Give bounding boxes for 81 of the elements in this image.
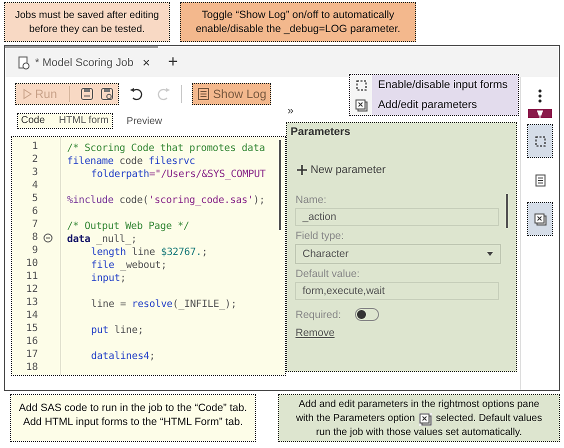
line-number: 11 [24,271,38,282]
callout-text: run the job with those values set automatically. [316,426,522,440]
line-number: 6 [30,206,38,217]
save-icon [80,87,94,101]
field-label: Required: [295,308,342,320]
required-toggle[interactable] [355,308,380,321]
legend-text: Enable/disable input forms [377,79,508,91]
callout-text: before they can be tested. [29,22,145,36]
parameter-x-icon [418,412,432,426]
line-number: 7 [30,219,38,230]
callout-text: Add and edit parameters in the rightmost options pane [298,398,540,412]
line-number: 4 [30,180,38,191]
callout-text: Add SAS code to run in the job to the “Code” tab. [18,401,248,415]
pin-icon [536,110,544,118]
collapse-button[interactable]: » [287,105,294,117]
line-number: 15 [24,323,38,334]
code-line: line = resolve(_INFILE_); [90,299,237,310]
code-line: input; [90,273,126,284]
new-tab-button[interactable]: + [168,52,178,72]
callout-text: with the Parameters option [296,412,415,426]
code-editor[interactable] [11,136,286,376]
line-number: 3 [30,167,38,178]
code-line: length line $32767.; [90,247,208,258]
job-file-icon [17,56,30,70]
scrollbar[interactable] [279,140,282,230]
close-button[interactable]: × [142,55,150,70]
line-number: 17 [24,349,38,360]
code-line: /* Output Web Page */ [67,221,190,232]
pin-button[interactable] [528,109,552,118]
document-icon [534,174,547,186]
panel-title: Parameters [290,126,352,138]
line-number: 18 [24,362,38,373]
plus-icon [296,164,308,176]
code-line: filename code filesrvc [67,156,196,167]
callout-text: Jobs must be saved after editing [15,8,159,22]
line-number: 14 [24,310,38,321]
field-label: Field type: [295,230,345,242]
dropdown-caret-icon [486,251,494,257]
play-icon [22,88,32,100]
line-number: 9 [30,245,38,256]
code-line: datalines4; [90,351,156,362]
option-button[interactable] [527,202,554,236]
line-number: 1 [30,141,38,152]
legend-text: Add/edit parameters [377,99,478,111]
callout-text: Toggle “Show Log” on/off to automatically [202,8,394,22]
more-options-icon [538,89,542,103]
callout-text: enable/disable the _debug=LOG parameter. [196,22,400,36]
code-line: put line; [90,325,144,336]
field-label: Name: [295,194,328,206]
dotted-square-icon [534,134,547,148]
parameter-x-icon [534,212,547,226]
editor-tab[interactable]: Preview [126,116,162,126]
line-number: 10 [24,258,38,269]
editor-tab[interactable]: Code [21,115,45,127]
code-line: file _webout; [90,260,167,271]
callout-text: selected. Default values [436,412,542,426]
new-parameter-button[interactable]: New parameter [296,164,386,176]
line-number: 13 [24,297,38,308]
line-number: 16 [24,336,38,347]
line-number: 12 [24,284,38,295]
show-log-button[interactable]: Show Log [192,83,272,105]
editor-tab[interactable]: HTML form [58,115,109,127]
default-value-field[interactable]: form,execute,wait [295,282,500,300]
remove-link[interactable]: Remove [295,327,335,339]
option-button[interactable] [527,124,554,158]
code-line: %include code('scoring_code.sas'); [67,195,265,206]
name-field[interactable]: _action [295,208,500,226]
line-number: 8 [30,232,38,243]
field-type-dropdown[interactable]: Character [295,244,502,264]
callout-text: Add HTML input forms to the “HTML Form” tab. [23,415,243,429]
parameter-x-icon [354,98,368,112]
code-line: /* Scoring Code that promotes data [67,143,265,154]
code-line: data _null_; [67,234,137,245]
code-line: folderpath="/Users/&SYS_COMPUT [90,169,266,180]
line-number: 2 [30,154,38,165]
save-as-icon [100,87,114,101]
scrollbar[interactable] [506,194,508,228]
dotted-square-icon [354,78,368,92]
field-label: Default value: [295,268,361,280]
line-number: 5 [30,193,38,204]
log-icon [197,87,210,101]
